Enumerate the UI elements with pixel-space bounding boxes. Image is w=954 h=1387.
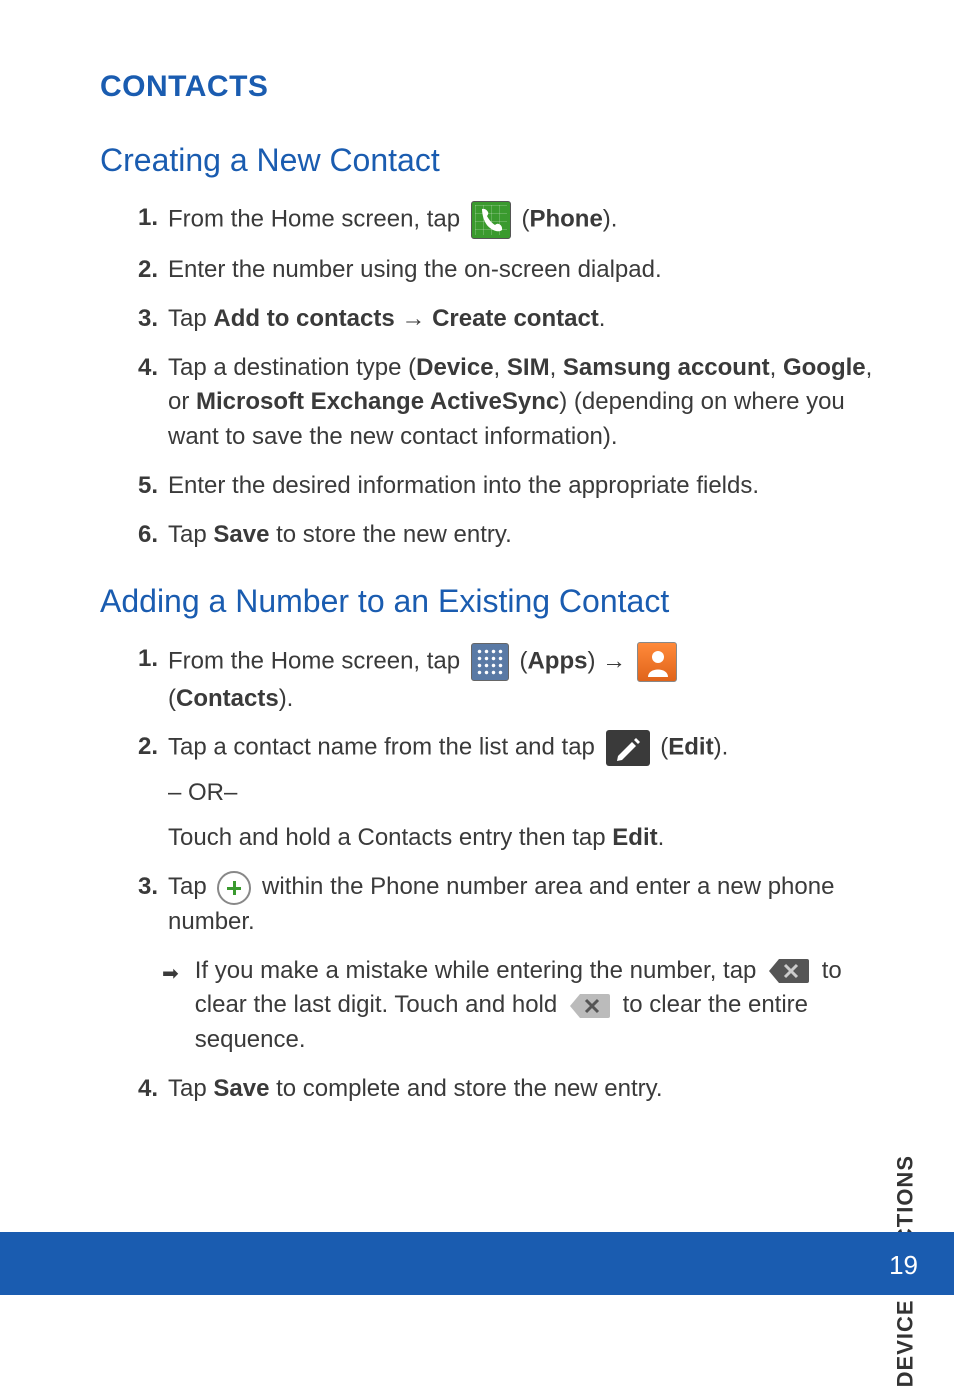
bold-google: Google xyxy=(783,354,866,381)
paren-open: ( xyxy=(168,685,176,712)
step-number: 2. xyxy=(130,730,168,856)
text: Tap xyxy=(168,305,213,332)
step-2: 2. Enter the number using the on-screen … xyxy=(130,253,874,288)
steps-creating: 1. From the Home screen, tap (Phone). 2.… xyxy=(100,201,874,553)
or-divider: – OR– xyxy=(168,776,874,811)
step-4: 4. Tap a destination type (Device, SIM, … xyxy=(130,351,874,455)
bold-edit-alt: Edit xyxy=(612,824,657,851)
text: From the Home screen, tap xyxy=(168,205,467,232)
step-number: 1. xyxy=(130,642,168,717)
text: within the Phone number area and enter a… xyxy=(168,873,834,935)
step-4: 4. Tap Save to complete and store the ne… xyxy=(130,1072,874,1107)
subsection-title-creating: Creating a New Contact xyxy=(100,142,874,179)
bold-sim: SIM xyxy=(507,354,550,381)
arrow-icon: → xyxy=(395,305,432,332)
text: Tap xyxy=(168,873,213,900)
step-number: 4. xyxy=(130,1072,168,1107)
text: Touch and hold a Contacts entry then tap xyxy=(168,824,612,851)
text: Enter the number using the on-screen dia… xyxy=(168,253,874,288)
text: If you make a mistake while entering the… xyxy=(195,957,763,984)
text: Tap a destination type ( xyxy=(168,354,416,381)
step-1: 1. From the Home screen, tap (Phone). xyxy=(130,201,874,239)
text: , xyxy=(770,354,783,381)
bold-apps: Apps xyxy=(527,647,587,674)
arrow-icon: → xyxy=(602,647,626,674)
paren-close: ) xyxy=(587,647,602,674)
bold-create: Create contact xyxy=(432,305,599,332)
bold-add: Add to contacts xyxy=(213,305,394,332)
apps-icon xyxy=(471,643,509,681)
bullet-icon: ➡ xyxy=(162,960,179,1058)
step-1: 1. From the Home screen, tap (Apps) → (C… xyxy=(130,642,874,717)
text: , xyxy=(550,354,563,381)
step-5: 5. Enter the desired information into th… xyxy=(130,469,874,504)
text: to store the new entry. xyxy=(269,521,511,548)
text: Tap xyxy=(168,1075,213,1102)
plus-icon xyxy=(217,871,251,905)
section-title: CONTACTS xyxy=(100,70,874,104)
edit-icon xyxy=(606,730,650,766)
text: . xyxy=(599,305,606,332)
step-3: 3. Tap within the Phone number area and … xyxy=(130,870,874,1058)
bold-phone: Phone xyxy=(529,205,602,232)
bold-contacts: Contacts xyxy=(176,685,279,712)
bold-exchange: Microsoft Exchange ActiveSync xyxy=(196,388,559,415)
step-number: 3. xyxy=(130,302,168,337)
step-number: 1. xyxy=(130,201,168,239)
paren-close: ). xyxy=(714,734,729,761)
paren-close: ). xyxy=(603,205,618,232)
step-3: 3. Tap Add to contacts → Create contact. xyxy=(130,302,874,337)
bold-samsung: Samsung account xyxy=(563,354,770,381)
text: to complete and store the new entry. xyxy=(269,1075,662,1102)
backspace-icon xyxy=(767,955,811,987)
text: . xyxy=(658,824,665,851)
contacts-icon xyxy=(637,642,677,682)
text: , xyxy=(494,354,507,381)
paren-close: ). xyxy=(279,685,294,712)
steps-adding: 1. From the Home screen, tap (Apps) → (C… xyxy=(100,642,874,1107)
step-number: 6. xyxy=(130,518,168,553)
text: From the Home screen, tap xyxy=(168,647,467,674)
step-2: 2. Tap a contact name from the list and … xyxy=(130,730,874,856)
step-number: 2. xyxy=(130,253,168,288)
step-number: 4. xyxy=(130,351,168,455)
text: Tap xyxy=(168,521,213,548)
bold-save: Save xyxy=(213,1075,269,1102)
subsection-title-adding: Adding a Number to an Existing Contact xyxy=(100,583,874,620)
backspace-hold-icon xyxy=(568,990,612,1022)
page-number: 19 xyxy=(889,1250,918,1281)
bold-save: Save xyxy=(213,521,269,548)
step-number: 5. xyxy=(130,469,168,504)
bold-device: Device xyxy=(416,354,493,381)
text: Enter the desired information into the a… xyxy=(168,469,874,504)
page-footer: 19 xyxy=(0,1235,954,1295)
step-6: 6. Tap Save to store the new entry. xyxy=(130,518,874,553)
bold-edit: Edit xyxy=(668,734,713,761)
phone-icon xyxy=(471,201,511,239)
text: Tap a contact name from the list and tap xyxy=(168,734,602,761)
